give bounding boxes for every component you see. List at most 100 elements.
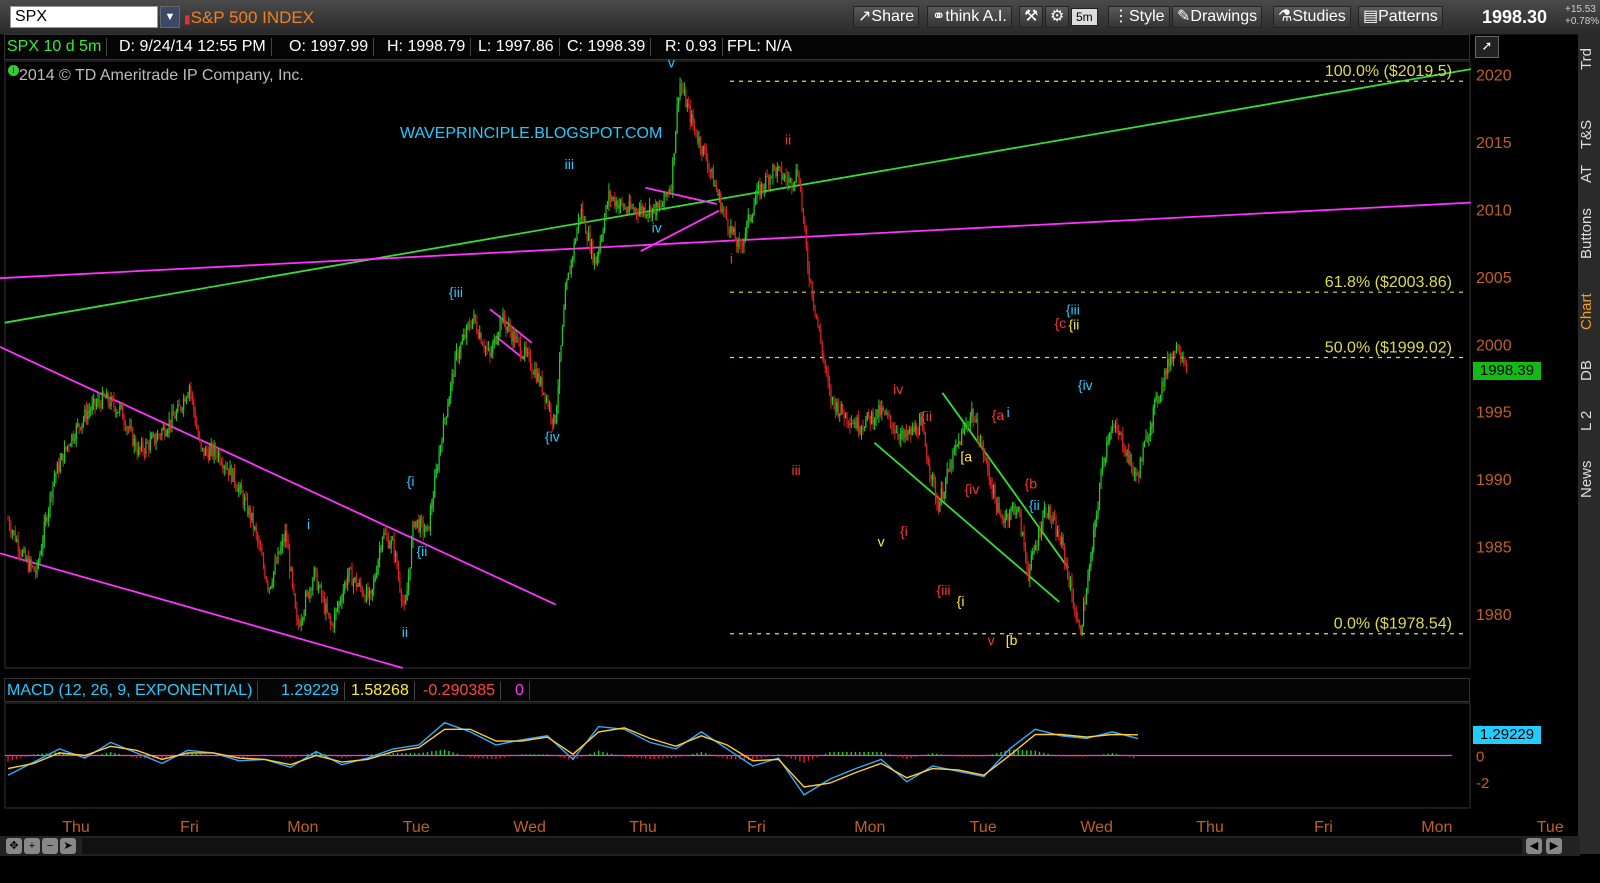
candle-body <box>1058 529 1060 540</box>
candle-body <box>543 392 545 394</box>
wave-label: v <box>878 534 885 550</box>
candle-body <box>387 536 389 548</box>
candle-body <box>1048 506 1050 518</box>
candle-body <box>759 184 761 197</box>
candle-body <box>1136 472 1138 476</box>
candle-body <box>93 398 95 404</box>
candle-body <box>1157 395 1159 403</box>
candle-body <box>842 404 844 414</box>
candle-body <box>19 551 21 554</box>
candle-body <box>154 434 156 444</box>
candle-body <box>1180 352 1182 359</box>
scroll-right-icon[interactable]: ▶ <box>1546 838 1562 854</box>
candle-body <box>502 312 504 324</box>
candle-body <box>628 201 630 212</box>
candle-body <box>65 447 67 450</box>
candle-body <box>1141 458 1143 462</box>
candle-body <box>371 589 373 594</box>
wave-label: iii <box>565 156 574 172</box>
candle-body <box>72 434 74 441</box>
candle-body <box>410 540 413 568</box>
candle-body <box>573 242 575 258</box>
candle-body <box>950 462 953 469</box>
wave-label: {ii <box>921 408 932 424</box>
candle-body <box>483 345 485 349</box>
candle-body <box>535 368 537 382</box>
candle-body <box>1174 351 1176 354</box>
candle-body <box>21 551 24 556</box>
candle-body <box>670 189 672 191</box>
wave-label: {i <box>957 593 965 609</box>
candle-body <box>306 592 308 595</box>
x-tick-label: Thu <box>1196 819 1224 836</box>
candle-body <box>339 601 341 603</box>
scroll-left-icon[interactable]: ◀ <box>1526 838 1542 854</box>
candle-body <box>1109 432 1111 442</box>
cursor-icon[interactable]: ➤ <box>60 838 76 854</box>
candle-body <box>149 438 151 450</box>
wave-label: {iii <box>449 284 463 300</box>
wave-label: ii <box>402 624 408 640</box>
candle-body <box>596 255 598 265</box>
candle-body <box>968 424 970 426</box>
candle-body <box>283 539 285 542</box>
horizontal-scrollbar[interactable] <box>82 838 1522 854</box>
candle-body <box>1084 602 1086 605</box>
candle-body <box>808 268 810 281</box>
candle-body <box>158 434 160 436</box>
candle-body <box>219 451 221 463</box>
candle-body <box>707 159 709 169</box>
candle-body <box>445 416 447 419</box>
candle-body <box>550 405 552 419</box>
candle-body <box>277 551 279 563</box>
candle-body <box>238 487 240 492</box>
candle-body <box>773 165 776 168</box>
candle-body <box>940 488 942 502</box>
wave-label: {i <box>900 523 908 539</box>
candle-body <box>1151 425 1153 428</box>
candle-body <box>68 445 70 447</box>
candle-body <box>457 350 459 359</box>
candle-body <box>432 497 434 506</box>
candle-body <box>603 217 606 232</box>
candle-body <box>1016 509 1018 515</box>
candle-body <box>821 342 823 355</box>
candle-body <box>389 545 391 548</box>
candle-body <box>794 181 796 186</box>
candle-body <box>363 594 365 596</box>
candle-body <box>1087 577 1089 593</box>
candle-body <box>891 422 893 430</box>
candle-body <box>451 373 453 384</box>
candle-body <box>1158 399 1160 403</box>
candle-body <box>113 399 115 408</box>
candle-body <box>647 213 649 215</box>
candle-body <box>933 473 935 484</box>
candle-body <box>924 433 926 447</box>
candle-body <box>969 416 971 425</box>
candle-body <box>431 505 433 510</box>
candle-body <box>1013 506 1015 508</box>
candle-body <box>923 427 925 434</box>
candle-body <box>917 434 919 436</box>
candle-body <box>1068 573 1070 588</box>
candle-body <box>605 205 607 218</box>
candle-body <box>135 438 137 450</box>
candle-body <box>233 468 236 484</box>
candle-body <box>319 585 321 587</box>
candle-body <box>669 189 671 194</box>
candle-body <box>556 406 558 423</box>
pan-icon[interactable]: ✥ <box>6 838 22 854</box>
candle-body <box>894 429 896 433</box>
candle-body <box>30 559 32 566</box>
candle-body <box>1171 358 1173 362</box>
candle-body <box>839 413 841 416</box>
zoom-out-icon[interactable]: − <box>42 838 58 854</box>
candle-body <box>990 479 992 485</box>
candle-body <box>693 124 696 130</box>
zoom-in-icon[interactable]: + <box>24 838 40 854</box>
candle-body <box>373 580 375 590</box>
candle-body <box>823 354 825 361</box>
candle-body <box>264 566 266 578</box>
candle-body <box>1127 450 1130 464</box>
candle-body <box>230 465 233 482</box>
